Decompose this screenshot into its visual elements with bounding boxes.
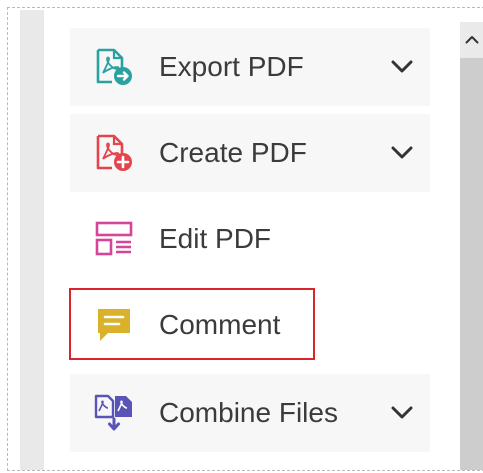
- chevron-down-icon[interactable]: [390, 141, 414, 165]
- left-gutter: [20, 10, 44, 470]
- scroll-up-button[interactable]: [460, 22, 483, 58]
- chevron-down-icon[interactable]: [390, 401, 414, 425]
- tool-export-pdf[interactable]: Export PDF: [70, 28, 430, 106]
- tool-label: Combine Files: [159, 397, 338, 428]
- tool-label: Create PDF: [159, 137, 307, 168]
- scrollbar-thumb[interactable]: [460, 58, 483, 470]
- tool-label: Edit PDF: [159, 223, 272, 254]
- selection-highlight: [69, 288, 315, 360]
- create-pdf-icon: [94, 133, 134, 173]
- export-pdf-icon: [94, 47, 134, 87]
- tool-edit-pdf[interactable]: Edit PDF: [70, 200, 430, 278]
- chevron-up-icon: [465, 31, 479, 49]
- tool-create-pdf[interactable]: Create PDF: [70, 114, 430, 192]
- chevron-down-icon[interactable]: [390, 55, 414, 79]
- tool-combine-files[interactable]: Combine Files: [70, 374, 430, 452]
- edit-pdf-icon: [94, 219, 134, 259]
- vertical-scrollbar[interactable]: [460, 22, 483, 470]
- tool-label: Export PDF: [159, 51, 304, 82]
- combine-files-icon: [94, 393, 134, 433]
